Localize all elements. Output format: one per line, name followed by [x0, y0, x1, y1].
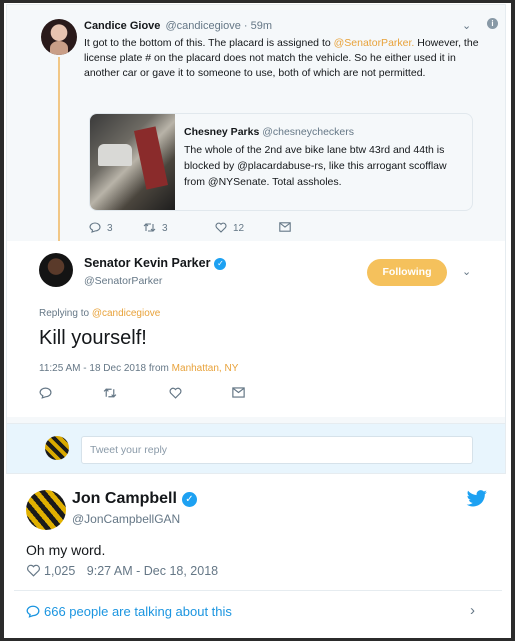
quoted-tweet-text: The whole of the 2nd ave bike lane btw 4…	[184, 144, 447, 188]
retweet-icon	[143, 223, 156, 232]
replying-to: Replying to @candicegiove	[39, 308, 160, 319]
quoted-author-name: Chesney Parks	[184, 126, 260, 138]
like-button[interactable]: 12	[215, 222, 244, 234]
chevron-right-icon[interactable]: ›	[470, 602, 475, 619]
replying-to-label: Replying to	[39, 308, 92, 319]
quoted-tweet[interactable]: Chesney Parks @chesneycheckers The whole…	[89, 113, 473, 211]
tweet-header: Candice Giove @candicegiove · 59m	[84, 20, 272, 32]
mention-link[interactable]: @SenatorParker.	[334, 37, 415, 49]
author-name-row[interactable]: Jon Campbell ✓	[72, 490, 197, 508]
retweet-button[interactable]: 3	[143, 222, 168, 234]
avatar	[45, 436, 69, 460]
following-button[interactable]: Following	[367, 259, 447, 286]
envelope-icon	[279, 222, 291, 232]
avatar[interactable]	[26, 490, 66, 530]
tweet-text-part: It got to the bottom of this. The placar…	[84, 37, 334, 49]
main-tweet[interactable]: Senator Kevin Parker ✓ @SenatorParker Fol…	[7, 241, 505, 417]
verified-icon: ✓	[214, 258, 227, 270]
quoted-tweet-image[interactable]	[90, 114, 175, 210]
quoted-author-handle: @chesneycheckers	[262, 126, 355, 138]
reply-button[interactable]: 3	[89, 222, 113, 234]
envelope-icon[interactable]	[232, 387, 245, 398]
retweet-icon[interactable]	[103, 387, 117, 399]
twitter-bird-icon[interactable]	[466, 490, 488, 508]
heart-icon[interactable]	[169, 387, 182, 399]
like-count: 12	[233, 223, 245, 234]
heart-icon	[215, 222, 227, 233]
conversation-label[interactable]: 666 people are talking about this	[44, 604, 232, 619]
location-link[interactable]: Manhattan, NY	[172, 363, 239, 374]
message-button[interactable]	[279, 222, 291, 234]
reply-icon	[89, 222, 101, 233]
reply-count: 3	[107, 223, 113, 234]
chevron-down-icon[interactable]: ⌄	[462, 265, 471, 278]
info-icon[interactable]: i	[487, 18, 498, 29]
timestamp[interactable]: 11:25 AM - 18 Dec 2018 from	[39, 363, 172, 374]
heart-icon[interactable]	[26, 564, 41, 577]
reply-input[interactable]	[81, 436, 473, 464]
avatar[interactable]	[39, 253, 73, 287]
thread-line	[58, 57, 60, 245]
screenshot-inner: Candice Giove @candicegiove · 59m ⌄ i It…	[6, 4, 506, 474]
reply-composer	[7, 423, 505, 473]
author-name-row[interactable]: Senator Kevin Parker ✓	[84, 256, 227, 270]
author-handle[interactable]: @candicegiove · 59m	[165, 20, 272, 32]
tweet-text: It got to the bottom of this. The placar…	[84, 36, 489, 81]
divider	[14, 590, 502, 591]
tweet-timestamp: 11:25 AM - 18 Dec 2018 from Manhattan, N…	[39, 363, 238, 374]
tweet-text: Kill yourself!	[39, 327, 147, 349]
author-name[interactable]: Jon Campbell	[72, 490, 177, 507]
tweet-meta: 1,025 9:27 AM - Dec 18, 2018	[26, 564, 218, 578]
avatar[interactable]	[41, 19, 77, 55]
retweet-count: 3	[162, 223, 168, 234]
author-handle[interactable]: @JonCampbellGAN	[72, 512, 180, 526]
author-handle[interactable]: @SenatorParker	[84, 275, 162, 287]
verified-icon: ✓	[181, 492, 197, 507]
author-name[interactable]: Candice Giove	[84, 20, 160, 32]
like-count[interactable]: 1,025	[44, 564, 75, 578]
conversation-link[interactable]: 666 people are talking about this	[26, 604, 232, 619]
chevron-down-icon[interactable]: ⌄	[462, 19, 471, 32]
quoted-tweet-header: Chesney Parks @chesneycheckers	[184, 126, 354, 138]
mention-link[interactable]: @candicegiove	[92, 308, 161, 319]
embedded-tweet[interactable]: Jon Campbell ✓ @JonCampbellGAN Oh my word…	[4, 478, 511, 638]
author-name[interactable]: Senator Kevin Parker	[84, 256, 210, 270]
reply-tweet[interactable]: Candice Giove @candicegiove · 59m ⌄ i It…	[7, 5, 505, 245]
timestamp[interactable]: 9:27 AM - Dec 18, 2018	[87, 564, 218, 578]
speech-bubble-icon	[26, 605, 40, 618]
reply-icon[interactable]	[39, 387, 52, 399]
tweet-text: Oh my word.	[26, 542, 106, 558]
